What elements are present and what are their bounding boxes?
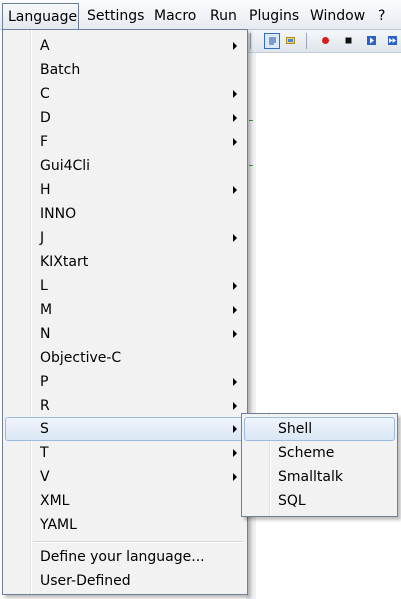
submenu-item-label: Scheme — [278, 445, 335, 461]
menu-item-p[interactable]: P — [5, 370, 245, 394]
menu-item-label: Gui4Cli — [40, 158, 91, 174]
submenu-item-sql[interactable]: SQL — [244, 489, 395, 513]
menu-item-n[interactable]: N — [5, 322, 245, 346]
menu-item-f[interactable]: F — [5, 130, 245, 154]
submenu-arrow-icon — [233, 330, 237, 338]
submenu-item-label: Shell — [278, 421, 313, 437]
menu-item-yaml[interactable]: YAML — [5, 513, 245, 537]
menu-item-label: Define your language... — [40, 549, 205, 565]
submenu-item-label: Smalltalk — [278, 469, 343, 485]
submenu-arrow-icon — [233, 90, 237, 98]
menu-item-label: F — [40, 134, 49, 150]
menu-settings[interactable]: Settings — [87, 4, 144, 28]
submenu-arrow-icon — [233, 402, 237, 410]
submenu-arrow-icon — [233, 114, 237, 122]
menu-item-label: A — [40, 38, 50, 54]
menu-language-label: Language — [8, 9, 78, 25]
menu-item-label: N — [40, 326, 51, 342]
menu-item-d[interactable]: D — [5, 106, 245, 130]
menu-bar: Language Settings Macro Run Plugins Wind… — [0, 0, 401, 30]
menu-item-kixtart[interactable]: KIXtart — [5, 250, 245, 274]
menu-run[interactable]: Run — [210, 4, 237, 28]
menu-item-label: J — [40, 230, 45, 246]
menu-macro-label: Macro — [154, 8, 197, 24]
language-menu: A Batch C D F Gui4Cli H INNO J KIXtart L… — [2, 29, 248, 595]
menu-item-label: YAML — [40, 517, 77, 533]
menu-item-label: XML — [40, 493, 70, 509]
menu-language[interactable]: Language — [2, 3, 79, 29]
menu-item-batch[interactable]: Batch — [5, 58, 245, 82]
submenu-arrow-icon — [233, 378, 237, 386]
stop-macro-icon[interactable] — [341, 33, 357, 49]
submenu-arrow-icon — [233, 306, 237, 314]
menu-run-label: Run — [210, 8, 237, 24]
menu-help[interactable]: ? — [378, 4, 385, 28]
submenu-arrow-icon — [233, 234, 237, 242]
menu-item-label: C — [40, 86, 50, 102]
menu-plugins[interactable]: Plugins — [249, 4, 299, 28]
submenu-arrow-icon — [233, 282, 237, 290]
menu-item-label: L — [40, 278, 48, 294]
menu-item-label: INNO — [40, 206, 77, 222]
editor-fold-marker — [249, 165, 253, 166]
menu-item-h[interactable]: H — [5, 178, 245, 202]
menu-item-label: S — [40, 421, 49, 437]
menu-item-s[interactable]: S — [5, 417, 245, 441]
menu-macro[interactable]: Macro — [154, 4, 196, 28]
menu-item-m[interactable]: M — [5, 298, 245, 322]
document-map-icon[interactable] — [283, 33, 299, 49]
menu-item-t[interactable]: T — [5, 441, 245, 465]
record-macro-icon[interactable] — [318, 33, 334, 49]
menu-plugins-label: Plugins — [249, 8, 300, 24]
menu-item-a[interactable]: A — [5, 34, 245, 58]
menu-item-l[interactable]: L — [5, 274, 245, 298]
menu-item-inno[interactable]: INNO — [5, 202, 245, 226]
menu-item-label: User-Defined — [40, 573, 131, 589]
s-submenu: Shell Scheme Smalltalk SQL — [241, 413, 398, 517]
menu-item-label: M — [40, 302, 53, 318]
menu-item-user-defined[interactable]: User-Defined — [5, 569, 245, 593]
menu-item-r[interactable]: R — [5, 394, 245, 418]
menu-item-label: KIXtart — [40, 254, 89, 270]
submenu-arrow-icon — [233, 138, 237, 146]
menu-window-label: Window — [310, 8, 366, 24]
submenu-arrow-icon — [233, 449, 237, 457]
word-wrap-icon[interactable] — [264, 33, 280, 49]
menu-item-define-language[interactable]: Define your language... — [5, 545, 245, 569]
toolbar — [246, 30, 401, 53]
submenu-arrow-icon — [233, 186, 237, 194]
menu-help-label: ? — [378, 8, 386, 24]
menu-item-label: H — [40, 182, 51, 198]
menu-item-label: R — [40, 398, 50, 414]
menu-item-label: V — [40, 469, 50, 485]
run-multiple-macro-icon[interactable] — [385, 33, 401, 49]
menu-item-j[interactable]: J — [5, 226, 245, 250]
menu-item-c[interactable]: C — [5, 82, 245, 106]
menu-item-gui4cli[interactable]: Gui4Cli — [5, 154, 245, 178]
submenu-item-smalltalk[interactable]: Smalltalk — [244, 465, 395, 489]
play-macro-icon[interactable] — [364, 33, 380, 49]
menu-settings-label: Settings — [87, 8, 145, 24]
toolbar-separator — [306, 33, 307, 49]
submenu-item-shell[interactable]: Shell — [244, 417, 395, 441]
menu-item-label: T — [40, 445, 49, 461]
menu-window[interactable]: Window — [310, 4, 365, 28]
submenu-item-label: SQL — [278, 493, 306, 509]
menu-item-objective-c[interactable]: Objective-C — [5, 346, 245, 370]
submenu-arrow-icon — [233, 42, 237, 50]
menu-item-label: D — [40, 110, 51, 126]
submenu-item-scheme[interactable]: Scheme — [244, 441, 395, 465]
editor-fold-marker — [249, 120, 253, 121]
menu-separator — [33, 541, 243, 543]
menu-item-label: Batch — [40, 62, 81, 78]
submenu-arrow-icon — [233, 425, 237, 433]
menu-item-v[interactable]: V — [5, 465, 245, 489]
toolbar-separator — [250, 33, 251, 49]
menu-item-xml[interactable]: XML — [5, 489, 245, 513]
menu-item-label: P — [40, 374, 49, 390]
menu-item-label: Objective-C — [40, 350, 122, 366]
submenu-arrow-icon — [233, 473, 237, 481]
